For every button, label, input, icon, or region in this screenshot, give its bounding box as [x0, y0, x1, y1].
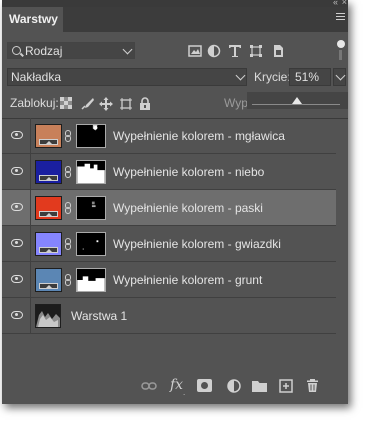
filter-toggle[interactable]	[337, 40, 345, 62]
mask-link-icon[interactable]	[65, 274, 71, 286]
layer-row[interactable]: Warstwa 1	[2, 298, 336, 334]
visibility-eye-icon[interactable]	[11, 131, 23, 139]
panel-top-strip	[2, 0, 348, 7]
visibility-column-divider	[30, 262, 31, 298]
layer-name[interactable]: Wypełnienie kolorem - mgławica	[113, 129, 285, 143]
panel-menu-icon[interactable]	[336, 13, 345, 23]
filter-kind-select[interactable]: Rodzaj	[7, 42, 135, 59]
layer-mask-thumbnail[interactable]	[76, 124, 106, 148]
tab-layers[interactable]: Warstwy	[2, 7, 63, 32]
layer-mask-thumbnail[interactable]	[76, 232, 106, 256]
layer-mask-thumbnail[interactable]	[76, 160, 106, 184]
close-panel-icon[interactable]: ×	[342, 0, 347, 7]
layers-panel: « × Warstwy Rodzaj Nakładka Krycie: 51%	[2, 0, 348, 404]
mask-link-icon[interactable]	[65, 166, 71, 178]
fill-layer-icon	[39, 139, 58, 145]
layer-name[interactable]: Wypełnienie kolorem - grunt	[113, 273, 262, 287]
mask-link-icon[interactable]	[65, 238, 71, 250]
add-mask-icon[interactable]	[197, 379, 212, 392]
visibility-column-divider	[30, 154, 31, 190]
layer-row[interactable]: Wypełnienie kolorem - niebo	[2, 154, 336, 190]
fill-color-thumbnail[interactable]	[35, 160, 62, 184]
image-filter-icon[interactable]	[188, 44, 202, 58]
visibility-eye-icon[interactable]	[11, 275, 23, 283]
lock-artboard-icon[interactable]	[119, 97, 133, 111]
layer-mask-thumbnail[interactable]	[76, 196, 106, 220]
fx-icon[interactable]: fx	[170, 377, 183, 393]
blend-mode-value: Nakładka	[11, 70, 62, 84]
layer-row[interactable]: Wypełnienie kolorem - gwiazdki	[2, 226, 336, 262]
layer-row[interactable]: Wypełnienie kolorem - paski	[2, 190, 336, 226]
layer-mask-thumbnail[interactable]	[76, 268, 106, 292]
lock-transparency-icon[interactable]	[60, 97, 72, 109]
search-icon	[12, 46, 21, 55]
adjustment-layer-icon[interactable]	[227, 379, 241, 393]
visibility-column-divider	[30, 190, 31, 226]
visibility-eye-icon[interactable]	[11, 311, 23, 319]
chevron-down-icon	[122, 44, 133, 55]
mask-link-icon[interactable]	[65, 130, 71, 142]
visibility-eye-icon[interactable]	[11, 167, 23, 175]
link-layers-icon[interactable]	[141, 380, 157, 392]
layer-name[interactable]: Wypełnienie kolorem - gwiazdki	[113, 237, 281, 251]
fill-color-thumbnail[interactable]	[35, 232, 62, 256]
visibility-column-divider	[30, 226, 31, 262]
visibility-eye-icon[interactable]	[11, 239, 23, 247]
opacity-label: Krycie:	[254, 70, 291, 84]
delete-icon[interactable]	[306, 378, 319, 393]
opacity-input[interactable]: 51%	[289, 68, 331, 86]
opacity-value: 51%	[295, 70, 320, 84]
visibility-eye-icon[interactable]	[11, 203, 23, 211]
type-filter-icon[interactable]	[228, 44, 242, 58]
panel-tab-bar: Warstwy	[2, 7, 348, 32]
smart-object-filter-icon[interactable]	[271, 44, 285, 58]
visibility-column-divider	[30, 298, 31, 334]
layer-row[interactable]: Wypełnienie kolorem - mgławica	[2, 118, 336, 154]
layer-thumbnail[interactable]	[35, 304, 61, 328]
new-group-icon[interactable]	[252, 380, 267, 392]
mask-link-icon[interactable]	[65, 202, 71, 214]
fill-label: Wyp	[224, 96, 248, 110]
fill-color-thumbnail[interactable]	[35, 124, 62, 148]
blend-mode-select[interactable]: Nakładka	[7, 68, 247, 86]
lock-position-icon[interactable]	[99, 97, 113, 111]
fill-color-thumbnail[interactable]	[35, 268, 62, 292]
layer-name[interactable]: Wypełnienie kolorem - paski	[113, 201, 263, 215]
lock-image-pixels-icon[interactable]	[81, 97, 94, 110]
visibility-column-divider	[30, 118, 31, 154]
layer-name[interactable]: Warstwa 1	[71, 309, 127, 323]
fill-layer-icon	[39, 175, 58, 181]
opacity-slider-popup	[247, 92, 348, 109]
chevron-down-icon	[335, 70, 346, 81]
fill-layer-icon	[39, 211, 58, 217]
layer-name[interactable]: Wypełnienie kolorem - niebo	[113, 165, 264, 179]
collapse-panel-icon[interactable]: «	[333, 0, 338, 7]
opacity-slider-thumb[interactable]	[291, 97, 302, 104]
filter-kind-value: Rodzaj	[25, 44, 63, 58]
fill-color-thumbnail[interactable]	[35, 196, 62, 220]
opacity-slider-track[interactable]	[252, 104, 340, 105]
adjustment-filter-icon[interactable]	[207, 44, 221, 58]
shape-filter-icon[interactable]	[249, 44, 263, 58]
opacity-dropdown-button[interactable]	[333, 68, 346, 86]
layer-row[interactable]: Wypełnienie kolorem - grunt	[2, 262, 336, 298]
new-layer-icon[interactable]	[279, 379, 293, 393]
lock-label: Zablokuj:	[10, 96, 59, 110]
lock-all-icon[interactable]	[139, 97, 151, 110]
fill-layer-icon	[39, 283, 58, 289]
fill-layer-icon	[39, 247, 58, 253]
fx-dropdown-indicator: .	[183, 388, 186, 397]
chevron-down-icon	[235, 70, 246, 81]
